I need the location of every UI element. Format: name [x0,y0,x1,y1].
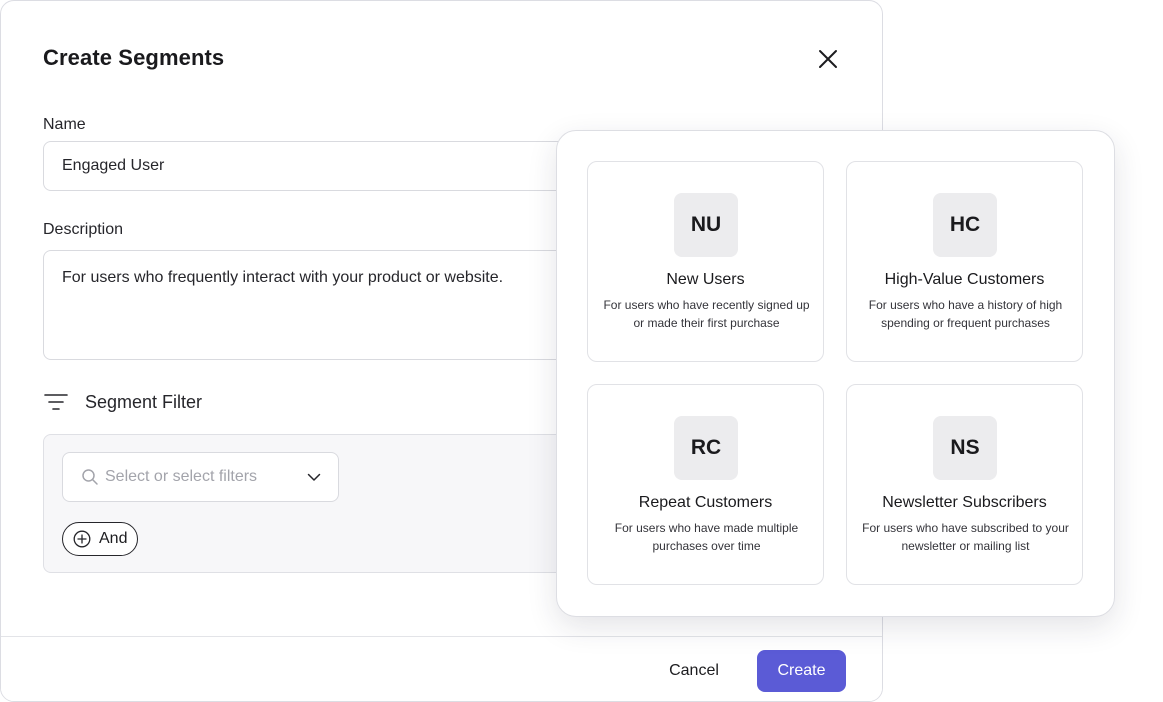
add-and-condition-button[interactable]: And [62,522,139,556]
chevron-down-icon [307,473,321,481]
segment-card-repeat-customers[interactable]: RC Repeat Customers For users who have m… [587,384,824,585]
filter-icon [43,389,69,415]
segment-filter-title: Segment Filter [85,391,203,412]
segment-templates-popover: NU New Users For users who have recently… [556,130,1115,617]
close-icon[interactable] [813,44,843,74]
segment-card-high-value-customers[interactable]: HC High-Value Customers For users who ha… [846,161,1083,362]
filter-select[interactable]: Select or select filters [62,452,339,502]
modal-title: Create Segments [43,45,225,70]
segment-initials-badge: HC [933,193,997,257]
segment-card-new-users[interactable]: NU New Users For users who have recently… [587,161,824,362]
segment-card-description: For users who have recently signed up or… [603,298,810,330]
modal-footer: Cancel Create [1,636,882,701]
segment-card-description: For users who have a history of high spe… [868,298,1063,330]
create-button[interactable]: Create [757,650,846,692]
segment-filter-header: Segment Filter [43,387,202,417]
filter-select-placeholder: Select or select filters [105,468,258,485]
segment-initials-badge: RC [674,416,738,480]
segment-card-title: New Users [666,271,745,288]
segment-card-description: For users who have made multiple purchas… [614,521,799,553]
search-icon [82,469,98,485]
segment-card-title: Repeat Customers [638,494,773,511]
segment-card-newsletter-subscribers[interactable]: NS Newsletter Subscribers For users who … [846,384,1083,585]
segment-card-description: For users who have subscribed to your ne… [862,521,1069,553]
cancel-button[interactable]: Cancel [649,650,739,692]
segment-initials-badge: NS [933,416,997,480]
segment-card-title: Newsletter Subscribers [882,494,1047,511]
plus-circle-icon [73,530,91,548]
segment-initials-badge: NU [674,193,738,257]
name-label: Name [43,116,86,133]
and-button-label: And [99,530,128,547]
description-label: Description [43,221,124,238]
segment-card-title: High-Value Customers [884,271,1045,288]
